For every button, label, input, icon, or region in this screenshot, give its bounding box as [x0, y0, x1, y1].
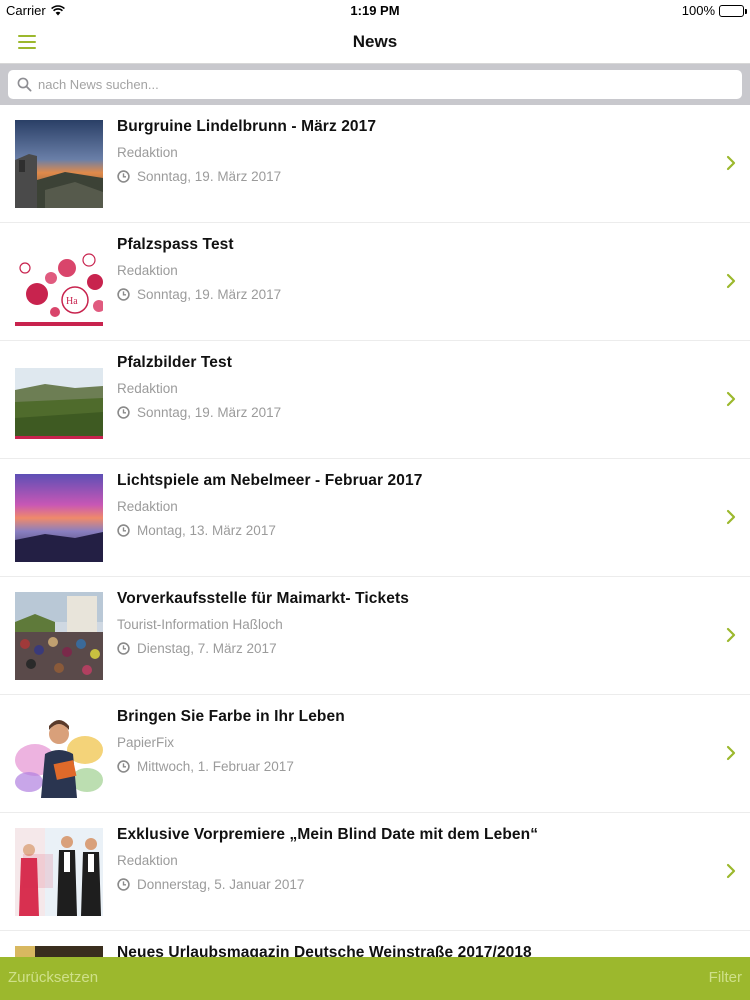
news-date: Sonntag, 19. März 2017: [137, 287, 282, 302]
news-title: Vorverkaufsstelle für Maimarkt- Tickets: [117, 590, 409, 607]
news-title: Pfalzbilder Test: [117, 354, 233, 371]
news-title: Lichtspiele am Nebelmeer - Februar 2017: [117, 472, 423, 489]
news-thumbnail: [15, 356, 103, 444]
news-item[interactable]: Pfalzbilder Test Redaktion Sonntag, 19. …: [0, 341, 750, 459]
battery-icon: [719, 4, 747, 17]
chevron-right-icon: [726, 627, 736, 643]
news-author: Tourist-Information Haßloch: [117, 617, 283, 632]
clock-icon: [117, 406, 130, 419]
news-title: Exklusive Vorpremiere „Mein Blind Date m…: [117, 826, 539, 843]
news-thumbnail: [15, 474, 103, 562]
news-title: Neues Urlaubsmagazin Deutsche Weinstraße…: [117, 944, 532, 957]
search-input[interactable]: [38, 77, 718, 92]
news-thumbnail: [15, 946, 103, 957]
chevron-right-icon: [726, 155, 736, 171]
news-author: Redaktion: [117, 499, 178, 514]
news-date: Sonntag, 19. März 2017: [137, 405, 282, 420]
clock-icon: [117, 878, 130, 891]
news-author: Redaktion: [117, 145, 178, 160]
news-item[interactable]: Lichtspiele am Nebelmeer - Februar 2017 …: [0, 459, 750, 577]
bottom-toolbar: Zurücksetzen Filter: [0, 957, 750, 1000]
news-title: Burgruine Lindelbrunn - März 2017: [117, 118, 377, 135]
news-title: Pfalzspass Test: [117, 236, 234, 253]
news-date: Sonntag, 19. März 2017: [137, 169, 282, 184]
status-time: 1:19 PM: [350, 3, 400, 18]
news-date-row: Sonntag, 19. März 2017: [117, 405, 281, 420]
chevron-right-icon: [726, 509, 736, 525]
news-date-row: Donnerstag, 5. Januar 2017: [117, 877, 304, 892]
news-item[interactable]: Bringen Sie Farbe in Ihr Leben PapierFix…: [0, 695, 750, 813]
battery-percent: 100%: [681, 3, 715, 18]
news-list: Burgruine Lindelbrunn - März 2017 Redakt…: [0, 105, 750, 957]
news-date-row: Dienstag, 7. März 2017: [117, 641, 277, 656]
news-author: Redaktion: [117, 381, 178, 396]
news-date-row: Sonntag, 19. März 2017: [117, 287, 281, 302]
news-author: Redaktion: [117, 263, 178, 278]
clock-icon: [117, 170, 130, 183]
chevron-right-icon: [726, 391, 736, 407]
page-title: News: [352, 32, 398, 51]
news-author: Redaktion: [117, 853, 178, 868]
search-bar: [0, 64, 750, 105]
news-date: Donnerstag, 5. Januar 2017: [137, 877, 305, 892]
clock-icon: [117, 642, 130, 655]
news-date-row: Mittwoch, 1. Februar 2017: [117, 759, 294, 774]
news-author: PapierFix: [117, 735, 175, 750]
news-thumbnail: [15, 710, 103, 798]
svg-text:Ha: Ha: [66, 296, 78, 307]
reset-button[interactable]: Zurücksetzen: [8, 969, 98, 986]
search-field[interactable]: [8, 70, 742, 99]
news-date-row: Sonntag, 19. März 2017: [117, 169, 281, 184]
search-icon: [17, 77, 32, 92]
navigation-bar: News: [0, 22, 750, 64]
news-thumbnail: Ha: [15, 238, 103, 326]
news-item[interactable]: Burgruine Lindelbrunn - März 2017 Redakt…: [0, 105, 750, 223]
chevron-right-icon: [726, 273, 736, 289]
news-item[interactable]: Vorverkaufsstelle für Maimarkt- Tickets …: [0, 577, 750, 695]
news-thumbnail: [15, 120, 103, 208]
clock-icon: [117, 524, 130, 537]
news-item[interactable]: Ha Pfalzspass Test Redaktion Sonntag, 19…: [0, 223, 750, 341]
news-item[interactable]: Exklusive Vorpremiere „Mein Blind Date m…: [0, 813, 750, 931]
clock-icon: [117, 288, 130, 301]
news-date: Dienstag, 7. März 2017: [137, 641, 277, 656]
news-date: Mittwoch, 1. Februar 2017: [137, 759, 294, 774]
status-bar: Carrier 1:19 PM 100%: [0, 0, 750, 22]
news-thumbnail: [15, 828, 103, 916]
news-date-row: Montag, 13. März 2017: [117, 523, 276, 538]
filter-button[interactable]: Filter: [709, 969, 742, 986]
chevron-right-icon: [726, 863, 736, 879]
news-thumbnail: [15, 592, 103, 680]
clock-icon: [117, 760, 130, 773]
battery-indicator: 100%: [681, 3, 747, 18]
news-title: Bringen Sie Farbe in Ihr Leben: [117, 708, 345, 725]
news-item[interactable]: Neues Urlaubsmagazin Deutsche Weinstraße…: [0, 931, 750, 957]
news-date: Montag, 13. März 2017: [137, 523, 276, 538]
chevron-right-icon: [726, 745, 736, 761]
